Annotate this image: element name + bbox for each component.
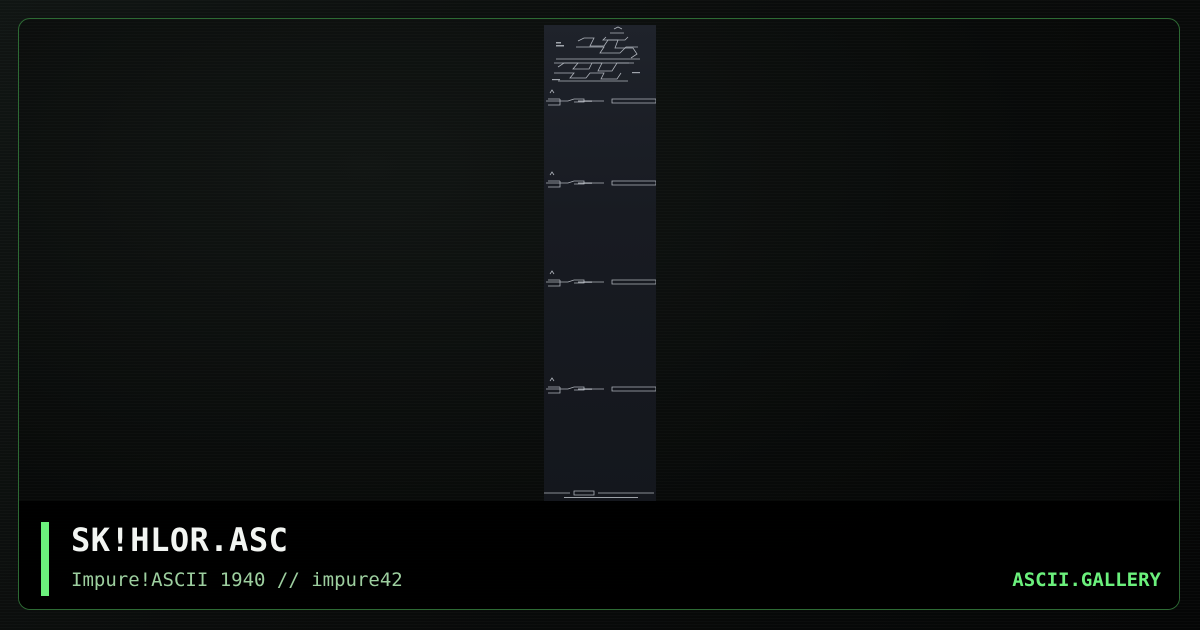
- caption-panel: SK!HLOR.ASC Impure!ASCII 1940 // impure4…: [19, 501, 1179, 609]
- accent-bar: [41, 522, 49, 596]
- artwork-title: SK!HLOR.ASC: [71, 521, 289, 559]
- artwork-subtitle: Impure!ASCII 1940 // impure42: [71, 569, 403, 591]
- ascii-art-preview: [544, 25, 656, 501]
- site-brand-link[interactable]: ASCII.GALLERY: [1012, 569, 1161, 591]
- card-frame: SK!HLOR.ASC Impure!ASCII 1940 // impure4…: [18, 18, 1180, 610]
